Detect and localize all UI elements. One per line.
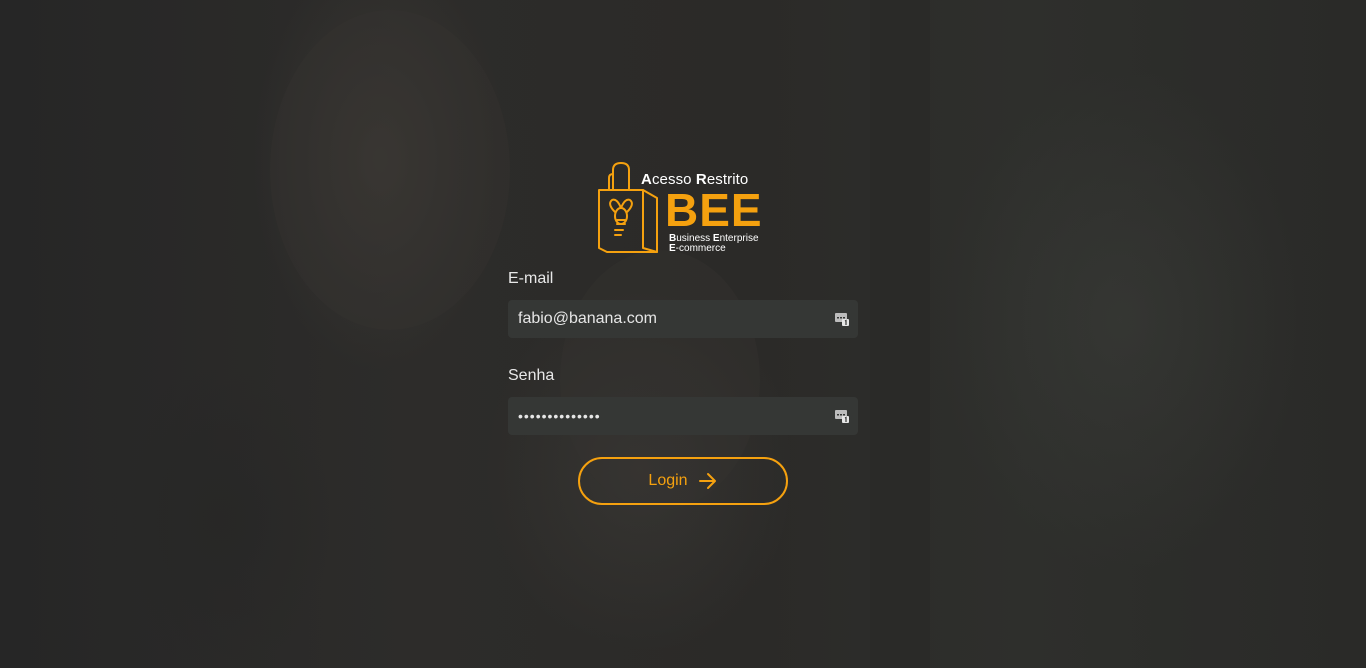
brand-logo: Acesso Restrito BEE Business Enterprise … — [595, 160, 775, 256]
brand-subtitle: Business Enterprise E-commerce — [669, 233, 759, 254]
email-field[interactable] — [508, 300, 858, 338]
login-panel: Acesso Restrito BEE Business Enterprise … — [508, 160, 858, 505]
background-shelf — [870, 0, 930, 668]
password-manager-key-icon[interactable] — [834, 408, 850, 424]
email-label: E-mail — [508, 270, 554, 287]
password-label: Senha — [508, 367, 555, 384]
background-figure-left — [270, 10, 510, 330]
login-button-label: Login — [648, 472, 688, 489]
password-manager-key-icon[interactable] — [834, 311, 850, 327]
arrow-right-icon — [698, 473, 716, 489]
brand-name: BEE — [665, 184, 763, 236]
login-button[interactable]: Login — [578, 457, 788, 505]
password-field-wrapper — [508, 397, 858, 435]
password-field[interactable] — [508, 397, 858, 435]
email-field-wrapper — [508, 300, 858, 338]
